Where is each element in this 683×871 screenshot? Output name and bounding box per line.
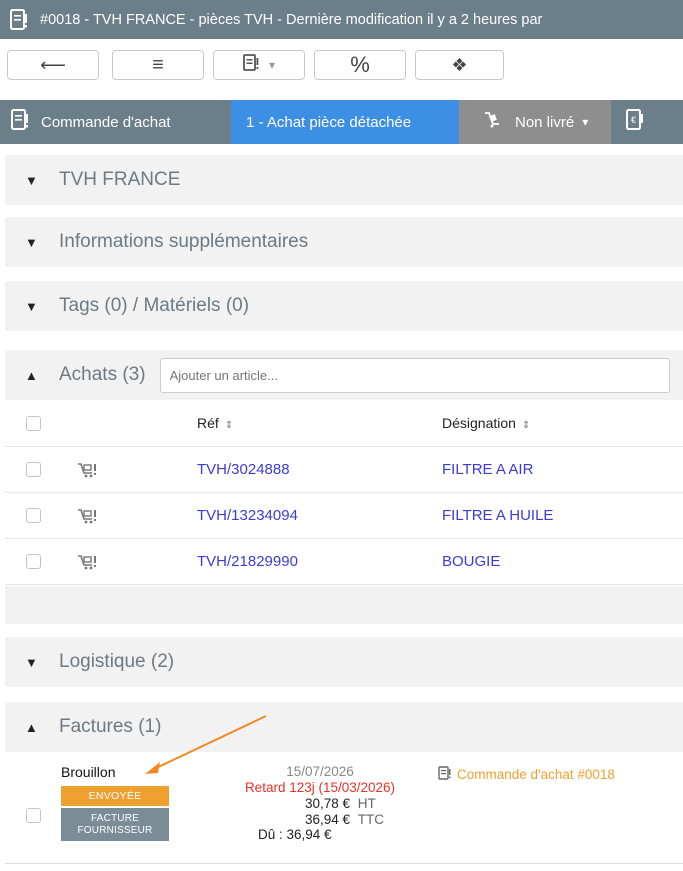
purchase-item-icon bbox=[77, 507, 99, 530]
chevron-down-icon: ▾ bbox=[582, 115, 589, 129]
invoice-amounts: 30,78 € HT 36,94 € TTC Dû : 36,94 € bbox=[258, 796, 384, 843]
table-header-row: Réf ⇕ Désignation ⇕ bbox=[5, 401, 683, 447]
amount-due: Dû : 36,94 € bbox=[258, 827, 332, 842]
invoice-date: 15/07/2026 bbox=[286, 764, 354, 779]
title-bar: #0018 - TVH FRANCE - pièces TVH - Derniè… bbox=[0, 0, 683, 39]
tab-delivery-status[interactable]: Non livré ▾ bbox=[459, 100, 611, 144]
collapse-toggle-icon: ▲ bbox=[25, 719, 38, 735]
supplier-invoice-badge[interactable]: FACTURE FOURNISSEUR bbox=[61, 808, 169, 841]
table-row: TVH/3024888 FILTRE A AIR bbox=[5, 447, 683, 493]
table-row: TVH/13234094 FILTRE A HUILE bbox=[5, 493, 683, 539]
ref-link[interactable]: TVH/21829990 bbox=[197, 553, 298, 570]
status-tabs: Commande d'achat 1 - Achat pièce détaché… bbox=[0, 100, 683, 144]
purchase-item-icon bbox=[77, 461, 99, 484]
expand-toggle-icon: ▼ bbox=[25, 234, 38, 250]
sent-badge[interactable]: ENVOYÉE bbox=[61, 786, 169, 806]
print-document-icon bbox=[243, 53, 263, 77]
section-title: Tags (0) / Matériels (0) bbox=[59, 295, 250, 316]
section-extra-info[interactable]: ▼ Informations supplémentaires bbox=[5, 217, 683, 267]
toolbar: ⟵ ≡ ▾ % ❖ bbox=[0, 39, 683, 91]
purchases-footer bbox=[5, 586, 683, 624]
amount-ht: 30,78 € bbox=[304, 796, 350, 811]
document-dropdown-button[interactable]: ▾ bbox=[213, 50, 305, 80]
designation-link[interactable]: FILTRE A HUILE bbox=[442, 507, 553, 524]
invoice-icon: € bbox=[626, 109, 644, 135]
expand-toggle-icon: ▼ bbox=[25, 654, 38, 670]
collapse-toggle-icon: ▲ bbox=[25, 367, 38, 383]
tab-category[interactable]: 1 - Achat pièce détachée bbox=[231, 100, 459, 144]
sort-icon: ⇕ bbox=[521, 420, 531, 431]
tab-label: Non livré bbox=[515, 113, 575, 131]
svg-text:€: € bbox=[631, 115, 636, 125]
document-icon bbox=[438, 766, 452, 783]
section-title: Achats (3) bbox=[59, 364, 146, 385]
row-checkbox[interactable] bbox=[26, 462, 41, 477]
ht-label: HT bbox=[357, 796, 376, 811]
expand-toggle-icon: ▼ bbox=[25, 172, 38, 188]
section-logistics[interactable]: ▼ Logistique (2) bbox=[5, 637, 683, 687]
linked-order-link[interactable]: Commande d'achat #0018 bbox=[438, 766, 615, 783]
invoice-checkbox[interactable] bbox=[26, 808, 41, 823]
ref-link[interactable]: TVH/3024888 bbox=[197, 461, 290, 478]
cube-button[interactable]: ❖ bbox=[415, 50, 504, 80]
section-title: TVH FRANCE bbox=[59, 169, 181, 190]
section-purchases[interactable]: ▲ Achats (3) bbox=[5, 350, 683, 400]
expand-toggle-icon: ▼ bbox=[25, 298, 38, 314]
section-tags[interactable]: ▼ Tags (0) / Matériels (0) bbox=[5, 281, 683, 331]
invoice-details: 15/07/2026 Retard 123j (15/03/2026) bbox=[220, 764, 420, 795]
section-title: Informations supplémentaires bbox=[59, 231, 309, 252]
tab-purchase-order[interactable]: Commande d'achat bbox=[0, 100, 231, 144]
section-title: Logistique (2) bbox=[59, 651, 175, 672]
truck-package-icon bbox=[483, 111, 501, 133]
list-icon: ≡ bbox=[152, 53, 164, 76]
cube-icon: ❖ bbox=[451, 54, 468, 75]
section-title: Factures (1) bbox=[59, 716, 162, 737]
discount-button[interactable]: % bbox=[314, 50, 406, 80]
purchases-table: Réf ⇕ Désignation ⇕ TVH/3024888 FILTRE A… bbox=[5, 401, 683, 589]
tab-label: 1 - Achat pièce détachée bbox=[246, 113, 412, 131]
row-checkbox[interactable] bbox=[26, 554, 41, 569]
percent-icon: % bbox=[350, 52, 370, 77]
select-all-checkbox[interactable] bbox=[26, 416, 41, 431]
section-invoices[interactable]: ▲ Factures (1) bbox=[5, 702, 683, 752]
ref-link[interactable]: TVH/13234094 bbox=[197, 507, 298, 524]
tab-label: Commande d'achat bbox=[41, 113, 171, 131]
invoice-status: Brouillon bbox=[61, 764, 116, 780]
ttc-label: TTC bbox=[357, 811, 385, 827]
document-icon bbox=[11, 109, 29, 135]
chevron-down-icon: ▾ bbox=[268, 58, 276, 72]
document-icon bbox=[10, 8, 28, 31]
row-checkbox[interactable] bbox=[26, 508, 41, 523]
sort-icon: ⇕ bbox=[224, 420, 234, 431]
column-header-ref[interactable]: Réf ⇕ bbox=[197, 415, 233, 431]
designation-link[interactable]: BOUGIE bbox=[442, 553, 500, 570]
add-article-input[interactable] bbox=[159, 357, 670, 393]
list-button[interactable]: ≡ bbox=[112, 50, 204, 80]
tab-invoice-doc[interactable]: € bbox=[611, 100, 683, 144]
title-text: #0018 - TVH FRANCE - pièces TVH - Derniè… bbox=[40, 11, 543, 28]
purchase-item-icon bbox=[77, 553, 99, 576]
designation-link[interactable]: FILTRE A AIR bbox=[442, 461, 533, 478]
column-header-designation[interactable]: Désignation ⇕ bbox=[442, 415, 530, 431]
section-supplier[interactable]: ▼ TVH FRANCE bbox=[5, 155, 683, 205]
late-notice: Retard 123j (15/03/2026) bbox=[244, 779, 396, 795]
amount-ttc: 36,94 € bbox=[304, 811, 350, 827]
back-button[interactable]: ⟵ bbox=[7, 50, 99, 80]
back-arrow-icon: ⟵ bbox=[40, 54, 66, 75]
table-row: TVH/21829990 BOUGIE bbox=[5, 539, 683, 585]
invoice-row: Brouillon ENVOYÉE FACTURE FOURNISSEUR 15… bbox=[5, 756, 683, 864]
